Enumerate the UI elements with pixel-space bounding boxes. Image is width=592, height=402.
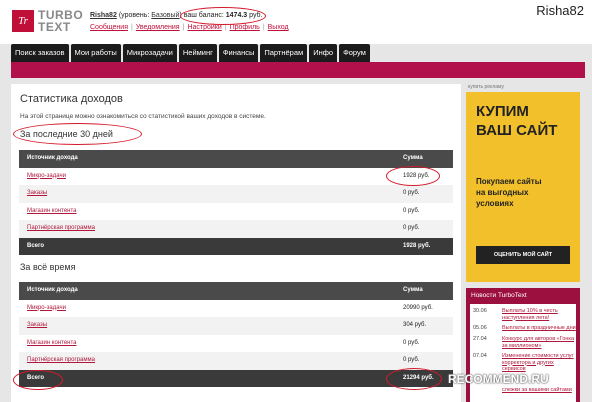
table-row: Партнёрская программа 0 руб. xyxy=(19,352,453,370)
news-date: 07.04 xyxy=(473,353,487,359)
row-source-link[interactable]: Микро-задачи xyxy=(27,300,66,318)
row-source-link[interactable]: Партнёрская программа xyxy=(27,352,95,370)
table-row: Заказы 304 руб. xyxy=(19,317,453,335)
page-title: Статистика доходов xyxy=(20,93,123,105)
watermark-username: Risha82 xyxy=(536,3,584,18)
section-title-alltime: За всё время xyxy=(20,262,76,272)
news-date: 27.04 xyxy=(473,336,487,342)
tab-my-works[interactable]: Мои работы xyxy=(70,44,121,62)
main-content: Статистика доходов На этой странице можн… xyxy=(11,84,461,402)
ad-subtitle: Покупаем сайты на выгодных условиях xyxy=(476,176,542,209)
tab-search-orders[interactable]: Поиск заказов xyxy=(11,44,69,62)
header-source: Источник дохода xyxy=(27,155,78,161)
ad-evaluate-button[interactable]: ОЦЕНИТЬ МОЙ САЙТ xyxy=(476,246,570,264)
row-sum: 0 руб. xyxy=(403,225,420,231)
table-row: Микро-задачи 20990 руб. xyxy=(19,300,453,318)
logo-icon[interactable]: Tr xyxy=(12,10,34,32)
row-sum: 0 руб. xyxy=(403,190,420,196)
ad-title-line2: ВАШ САЙТ xyxy=(476,122,558,139)
link-settings[interactable]: Настройки xyxy=(187,24,221,31)
table-header: Источник дохода Сумма xyxy=(19,150,453,168)
user-info: Risha82 (уровень: Базовый) ваш баланс: 1… xyxy=(90,12,263,19)
header: Tr TURBO TEXT Risha82 (уровень: Базовый)… xyxy=(0,0,592,44)
table-row: Магазин контента 0 руб. xyxy=(19,335,453,353)
total-sum: 1928 руб. xyxy=(403,242,431,249)
row-sum: 20990 руб. xyxy=(403,304,433,311)
table-header: Источник дохода Сумма xyxy=(19,282,453,300)
news-list: 30.06 Выплаты 10% в честь наступления ле… xyxy=(470,304,576,402)
nav-underbar xyxy=(11,62,585,78)
row-source-link[interactable]: Магазин контента xyxy=(27,335,77,353)
row-source-link[interactable]: Заказы xyxy=(27,317,47,335)
ad-sub-line3: условиях xyxy=(476,199,514,208)
ad-title: КУПИМ ВАШ САЙТ xyxy=(476,102,557,140)
ad-sub-line2: на выгодных xyxy=(476,188,529,197)
row-source-link[interactable]: Заказы xyxy=(27,185,47,203)
header-sum: Сумма xyxy=(403,287,423,293)
table-row: Магазин контента 0 руб. xyxy=(19,203,453,221)
balance-value: 1474.3 xyxy=(225,12,248,19)
tab-finance[interactable]: Финансы xyxy=(218,44,259,62)
header-source: Источник дохода xyxy=(27,287,78,293)
table-row: Партнёрская программа 0 руб. xyxy=(19,220,453,238)
link-profile[interactable]: Профиль xyxy=(230,24,260,31)
table-last30: Источник дохода Сумма Микро-задачи 1928 … xyxy=(19,150,453,255)
balance-label: ваш баланс: xyxy=(183,12,224,19)
logo-line2: TEXT xyxy=(38,20,71,34)
level-link[interactable]: Базовый xyxy=(151,12,179,19)
table-total-row: Всего 21294 руб. xyxy=(19,369,453,387)
row-source-link[interactable]: Магазин контента xyxy=(27,203,77,221)
ad-sub-line1: Покупаем сайты xyxy=(476,177,542,186)
news-date: 05.06 xyxy=(473,325,487,331)
table-row: Заказы 0 руб. xyxy=(19,185,453,203)
level-suffix: ) xyxy=(179,12,182,19)
tab-partners[interactable]: Партнёрам xyxy=(260,44,308,62)
page-intro: На этой странице можно ознакомиться со с… xyxy=(20,113,266,120)
row-sum: 304 руб. xyxy=(403,322,427,328)
header-links: Сообщения | Уведомления | Настройки | Профиль |… xyxy=(90,24,289,31)
row-sum: 0 руб. xyxy=(403,339,420,346)
total-sum: 21294 руб. xyxy=(403,374,434,381)
section-title-last30: За последние 30 дней xyxy=(20,129,113,139)
total-label: Всего xyxy=(27,374,45,381)
ad-banner[interactable]: КУПИМ ВАШ САЙТ Покупаем сайты на выгодны… xyxy=(466,92,580,282)
link-notifications[interactable]: Уведомления xyxy=(136,24,180,31)
table-row: Микро-задачи 1928 руб. xyxy=(19,168,453,186)
tab-naming[interactable]: Нейминг xyxy=(178,44,217,62)
ad-title-line1: КУПИМ xyxy=(476,103,529,120)
table-total-row: Всего 1928 руб. xyxy=(19,237,453,255)
tab-microtasks[interactable]: Микрозадачи xyxy=(122,44,177,62)
row-sum: 1928 руб. xyxy=(403,172,430,179)
buy-ad-link[interactable]: купить рекламу xyxy=(468,84,504,90)
news-link[interactable]: Изменение стоимости услуг корректора и д… xyxy=(502,353,576,373)
tab-forum[interactable]: Форум xyxy=(339,44,370,62)
row-sum: 0 руб. xyxy=(403,357,420,363)
news-link[interactable]: Выплаты в праздничные дни xyxy=(502,325,576,332)
tab-info[interactable]: Инфо xyxy=(309,44,338,62)
total-label: Всего xyxy=(27,242,45,249)
link-logout[interactable]: Выход xyxy=(268,24,289,31)
logo-text[interactable]: TURBO TEXT xyxy=(38,9,83,33)
row-sum: 0 руб. xyxy=(403,207,420,214)
header-sum: Сумма xyxy=(403,155,423,161)
level-prefix: (уровень: xyxy=(118,12,150,19)
row-source-link[interactable]: Партнёрская программа xyxy=(27,220,95,238)
link-messages[interactable]: Сообщения xyxy=(90,24,128,31)
news-link[interactable]: Выплаты 10% в честь наступления лета! xyxy=(502,308,576,321)
site-watermark: RECOMMEND.RU xyxy=(448,372,549,386)
news-title: Новости TurboText xyxy=(471,292,527,299)
main-nav: Поиск заказов Мои работы Микрозадачи Ней… xyxy=(11,44,370,62)
username-link[interactable]: Risha82 xyxy=(90,12,117,19)
table-alltime: Источник дохода Сумма Микро-задачи 20990… xyxy=(19,282,453,387)
row-source-link[interactable]: Микро-задачи xyxy=(27,168,66,186)
balance-unit: руб. xyxy=(249,12,263,19)
news-date: 30.06 xyxy=(473,308,487,314)
news-link[interactable]: Конкурс для авторов «Гонка за миллионом» xyxy=(502,336,576,349)
news-link[interactable]: слежки за вашими сайтами xyxy=(502,387,576,394)
